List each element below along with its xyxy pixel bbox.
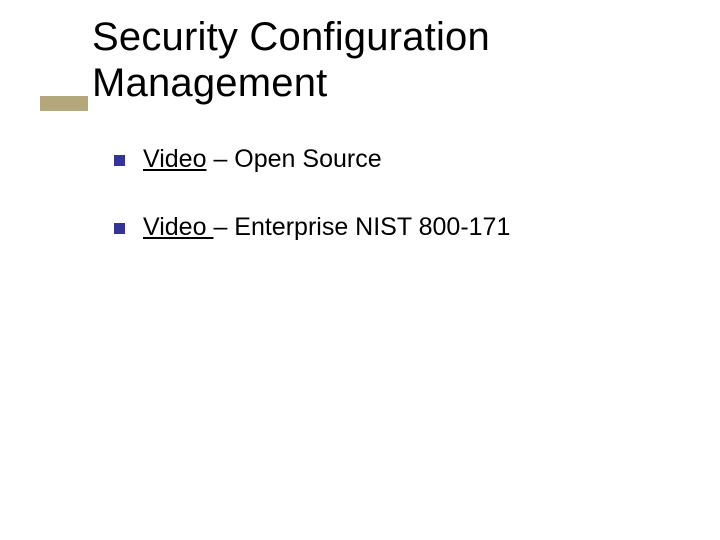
bullet-list: Video – Open Source Video – Enterprise N… bbox=[114, 144, 674, 280]
list-item: Video – Open Source bbox=[114, 144, 674, 174]
bullet-rest: – Enterprise NIST 800-171 bbox=[213, 213, 510, 241]
list-item: Video – Enterprise NIST 800-171 bbox=[114, 212, 674, 242]
video-link[interactable]: Video bbox=[143, 145, 207, 173]
slide: Security Configuration Management Video … bbox=[0, 0, 720, 540]
square-bullet-icon bbox=[114, 223, 125, 234]
square-bullet-icon bbox=[114, 155, 125, 166]
bullet-rest: – Open Source bbox=[207, 145, 382, 173]
video-link[interactable]: Video bbox=[143, 213, 213, 241]
bullet-text: Video – Enterprise NIST 800-171 bbox=[143, 212, 510, 242]
bullet-text: Video – Open Source bbox=[143, 144, 382, 174]
slide-title: Security Configuration Management bbox=[92, 14, 720, 106]
title-accent-bar bbox=[40, 96, 88, 111]
